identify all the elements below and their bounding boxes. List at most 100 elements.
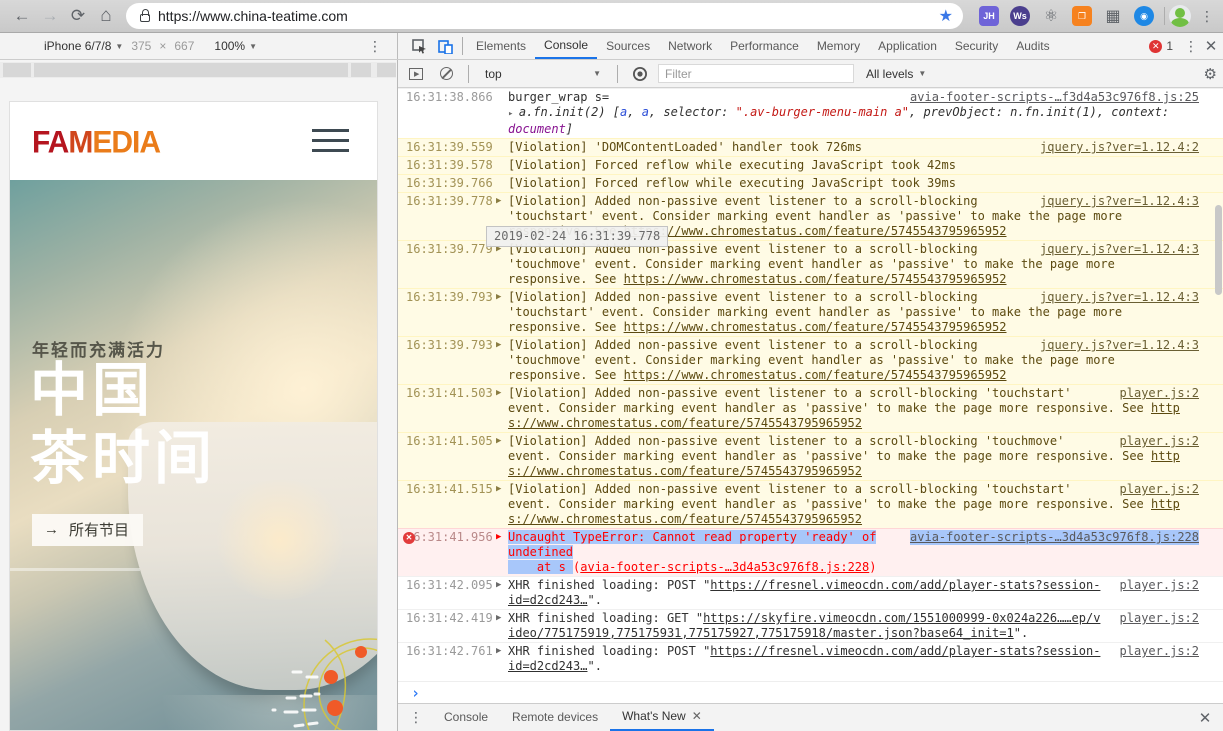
extension-icon-5[interactable]: ◉ [1134,6,1154,26]
drawer-tab-console[interactable]: Console [432,704,500,731]
execution-context-select[interactable]: top ▼ [479,67,607,81]
eye-icon[interactable] [628,62,652,86]
tab-application[interactable]: Application [869,33,946,59]
source-link[interactable]: player.js:2 [1120,482,1199,497]
source-link[interactable]: jquery.js?ver=1.12.4:3 [1040,242,1199,257]
expand-caret-icon[interactable]: ▶ [494,338,508,353]
tab-network[interactable]: Network [659,33,721,59]
famedia-logo[interactable]: FAMEDIA [32,125,161,161]
home-icon[interactable]: ⌂ [92,2,120,30]
forward-icon[interactable]: → [36,2,64,30]
source-link[interactable]: player.js:2 [1120,611,1199,626]
expand-caret-icon[interactable]: ▶ [494,290,508,305]
message-text: jquery.js?ver=1.12.4:3 [Violation] Added … [508,338,1199,382]
back-icon[interactable]: ← [8,2,36,30]
drawer-tab-remote-devices[interactable]: Remote devices [500,704,610,731]
expand-caret-icon[interactable]: ▸ [508,109,519,119]
drawer-close-icon[interactable]: ✕ [1193,709,1217,727]
tab-performance[interactable]: Performance [721,33,808,59]
log-levels-select[interactable]: All levels ▼ [866,67,926,81]
console-message: 16:31:39.766 [Violation] Forced reflow wh… [398,174,1223,192]
devtools-close-icon[interactable]: ✕ [1199,37,1223,55]
address-bar[interactable]: https://www.china-teatime.com ★ [126,3,963,29]
hero-title-line2: 茶时间 [30,426,217,491]
source-link[interactable]: jquery.js?ver=1.12.4:3 [1040,338,1199,353]
bookmark-star-icon[interactable]: ★ [939,6,953,26]
source-link[interactable]: avia-footer-scripts-…f3d4a53c976f8.js:25 [910,90,1199,105]
extension-icon-1[interactable]: Ws [1010,6,1030,26]
extension-icon-0[interactable]: JH [979,6,999,26]
expand-caret-icon[interactable]: ▶ [494,386,508,401]
console-message: 16:31:42.419 ▶ player.js:2 XHR finished loa… [398,609,1223,642]
expand-caret-icon[interactable]: ▶ [494,434,508,449]
error-badge[interactable]: ✕ 1 [1149,39,1173,53]
message-link[interactable]: https://www.chromestatus.com/feature/574… [624,272,1007,286]
source-link[interactable]: player.js:2 [1120,386,1199,401]
expand-caret-icon[interactable]: ▶ [494,578,508,593]
extension-icon-4[interactable]: ▦ [1103,6,1123,26]
extension-icon-2[interactable]: ⚛ [1041,6,1061,26]
zoom-select[interactable]: 100% ▼ [214,39,257,53]
drawer-tab-close-icon[interactable]: ✕ [692,704,702,729]
device-toolbar-toggle-icon[interactable] [432,33,458,59]
drawer-tab-what-s-new[interactable]: What's New ✕ [610,704,714,731]
source-link[interactable]: player.js:2 [1120,644,1199,659]
site-header: FAMEDIA [10,102,377,180]
message-timestamp: 16:31:39.793 [406,290,493,304]
tab-audits[interactable]: Audits [1007,33,1058,59]
console-sidebar-toggle-icon[interactable]: ▶ [404,62,428,86]
browser-menu-icon[interactable]: ⋮ [1199,8,1215,25]
drawer-tabbar: ⋮ Console Remote devices What's New ✕ ✕ [398,703,1223,731]
message-text: player.js:2 XHR finished loading: GET "ht… [508,611,1199,640]
message-text: player.js:2 XHR finished loading: POST "h… [508,578,1199,607]
devtools-menu-icon[interactable]: ⋮ [1183,38,1199,55]
source-link[interactable]: avia-footer-scripts-…3d4a53c976f8.js:228 [910,530,1199,545]
timestamp-tooltip: 2019-02-24 16:31:39.778 [486,226,669,247]
expand-caret-icon[interactable]: ▶ [494,482,508,497]
profile-avatar[interactable] [1169,5,1191,27]
device-toolbar-menu-icon[interactable]: ⋮ [367,38,383,55]
tab-sources[interactable]: Sources [597,33,659,59]
tab-console[interactable]: Console [535,33,598,59]
all-programs-button[interactable]: → 所有节目 [32,514,144,546]
url-text[interactable]: https://www.china-teatime.com [158,8,931,24]
arrow-icon: → [44,521,59,538]
source-link[interactable]: player.js:2 [1120,434,1199,449]
divider [468,64,469,83]
expand-caret-icon[interactable]: ▶ [494,530,508,545]
message-text: jquery.js?ver=1.12.4:3 [Violation] Added … [508,242,1199,286]
source-link[interactable]: player.js:2 [1120,578,1199,593]
console-scrollbar-thumb[interactable] [1215,205,1222,295]
device-height-field[interactable]: 667 [174,39,194,53]
inspect-element-icon[interactable] [406,33,432,59]
expand-caret-icon[interactable]: ▶ [494,194,508,209]
message-link[interactable]: https://www.chromestatus.com/feature/574… [624,368,1007,382]
message-link[interactable]: https://www.chromestatus.com/feature/574… [624,320,1007,334]
source-link[interactable]: jquery.js?ver=1.12.4:3 [1040,290,1199,305]
hero-title-line1: 中国 [30,358,155,423]
tab-security[interactable]: Security [946,33,1007,59]
filter-input[interactable] [658,64,854,83]
device-select[interactable]: iPhone 6/7/8 ▼ [44,39,123,53]
message-timestamp: 16:31:41.505 [406,434,493,448]
hamburger-menu-icon[interactable] [312,129,349,159]
message-text: jquery.js?ver=1.12.4:2 [Violation] 'DOMCo… [508,140,1199,155]
drawer-menu-icon[interactable]: ⋮ [408,709,424,726]
message-timestamp: 16:31:41.515 [406,482,493,496]
device-width-field[interactable]: 375 [131,39,151,53]
expand-caret-icon[interactable]: ▶ [494,611,508,626]
expand-caret-icon[interactable]: ▶ [494,644,508,659]
tab-memory[interactable]: Memory [808,33,869,59]
console-message: 16:31:41.505 ▶ player.js:2 [Violation] Adde… [398,432,1223,480]
extension-icon-3[interactable]: ❐ [1072,6,1092,26]
source-link[interactable]: jquery.js?ver=1.12.4:2 [1040,140,1199,155]
message-link[interactable]: https://www.chromestatus.com/feature/574… [624,224,1007,238]
tab-elements[interactable]: Elements [467,33,535,59]
clear-console-icon[interactable] [434,62,458,86]
reload-icon[interactable]: ⟳ [64,2,92,30]
settings-gear-icon[interactable]: ⚙ [1204,65,1217,83]
console-prompt[interactable]: › [398,681,1223,703]
source-link[interactable]: jquery.js?ver=1.12.4:3 [1040,194,1199,209]
message-text: player.js:2 [Violation] Added non-passive… [508,482,1199,526]
message-link[interactable]: avia-footer-scripts-…3d4a53c976f8.js:228 [580,560,869,574]
